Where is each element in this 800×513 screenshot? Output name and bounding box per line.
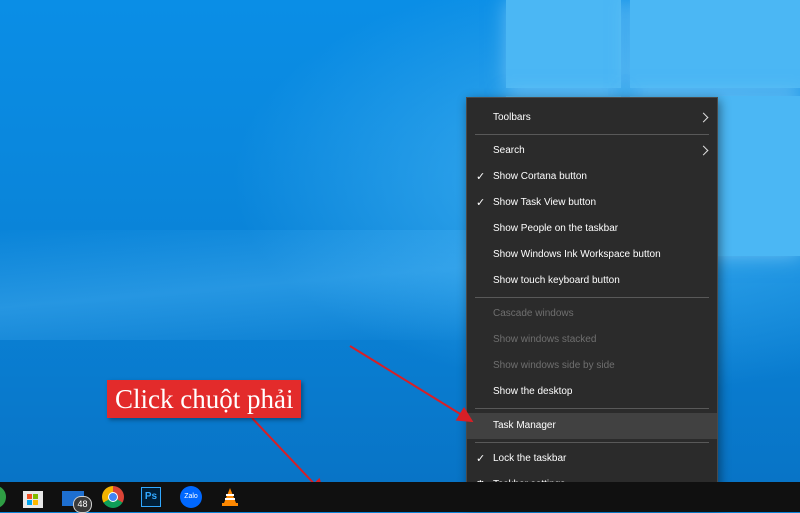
annotation-arrows — [251, 345, 474, 495]
store-logo-green — [33, 494, 38, 499]
microsoft-store-icon[interactable] — [22, 486, 44, 508]
partial-app-icon[interactable] — [0, 486, 6, 508]
chrome-icon[interactable] — [102, 486, 124, 508]
mail-unread-badge: 48 — [73, 496, 92, 513]
vlc-cone-icon — [222, 488, 238, 506]
zalo-icon[interactable]: Zalo — [180, 486, 202, 508]
arrow-to-task-manager — [349, 345, 474, 423]
taskbar[interactable]: 48 Ps Zalo — [0, 482, 800, 513]
store-logo-red — [27, 494, 32, 499]
vlc-icon[interactable] — [219, 486, 241, 508]
annotation-label: Click chuột phải — [107, 380, 302, 418]
arrow-to-taskbar — [251, 417, 325, 495]
chrome-center-icon — [108, 492, 118, 502]
store-logo-yellow — [33, 500, 38, 505]
store-logo-blue — [27, 500, 32, 505]
photoshop-icon[interactable]: Ps — [141, 487, 161, 507]
mail-icon[interactable]: 48 — [62, 486, 92, 513]
